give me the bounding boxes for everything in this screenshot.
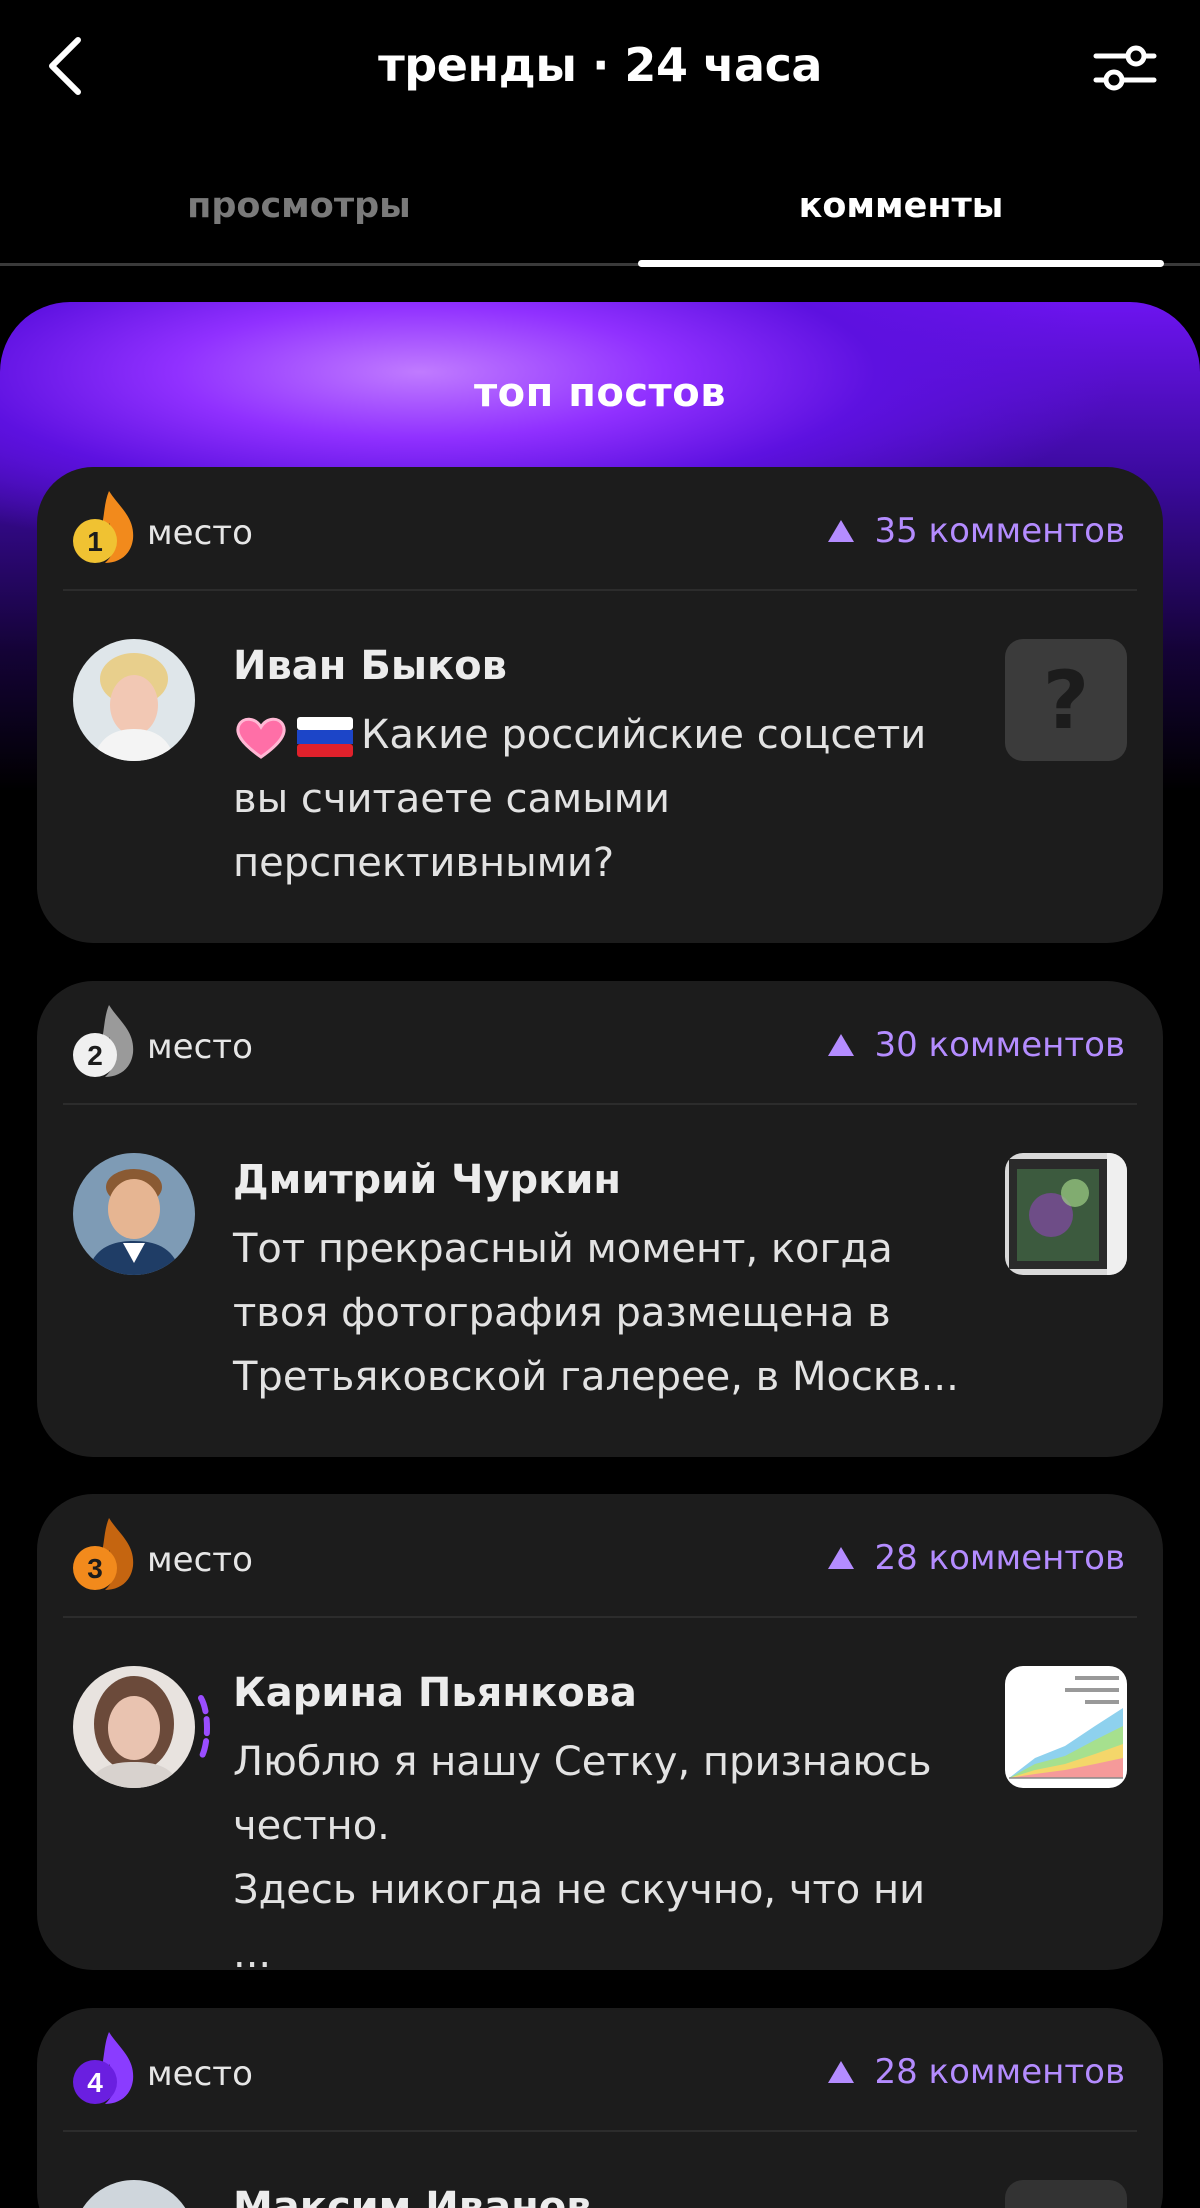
rank-row: 3 место 28 комментов (37, 1494, 1163, 1618)
avatar[interactable] (73, 1666, 195, 1788)
post-text[interactable]: Тот прекрасный момент, когда твоя фотогр… (233, 1217, 973, 1409)
up-triangle-icon (828, 2061, 855, 2083)
svg-text:2: 2 (87, 1040, 103, 1071)
divider (63, 589, 1137, 591)
comments-count[interactable]: 28 комментов (828, 2052, 1125, 2092)
active-tab-indicator (638, 260, 1164, 267)
photo-frame-image (1005, 1153, 1127, 1275)
up-triangle-icon (828, 1034, 855, 1056)
tab-bar: просмотры комменты (0, 168, 1200, 267)
avatar[interactable] (73, 1153, 195, 1275)
post-thumbnail[interactable] (1005, 2180, 1127, 2208)
flame-rank-4-icon: 4 (73, 2032, 134, 2104)
rank-label: место (147, 513, 253, 553)
up-triangle-icon (828, 520, 855, 542)
post-thumbnail[interactable]: ? (1005, 639, 1127, 761)
post-card[interactable]: 4 место 28 комментов Максим Иванов (37, 2008, 1163, 2208)
question-icon: ? (1042, 653, 1090, 747)
flame-rank-2-icon: 2 (73, 1005, 134, 1077)
divider (63, 2130, 1137, 2132)
page-title: тренды · 24 часа (378, 38, 822, 92)
svg-text:4: 4 (87, 2067, 103, 2098)
comments-count-label: 35 комментов (874, 511, 1125, 551)
comments-count-label: 28 комментов (874, 2052, 1125, 2092)
divider (63, 1103, 1137, 1105)
author-name[interactable]: Карина Пьянкова (233, 1670, 637, 1716)
rank-row: 1 место 35 комментов (37, 467, 1163, 591)
story-ring-icon (198, 1695, 210, 1761)
top-bar: тренды · 24 часа (0, 0, 1200, 140)
rank-label: место (147, 1027, 253, 1067)
post-card[interactable]: 2 место 30 комментов Дмитрий Чуркин Тот … (37, 981, 1163, 1457)
svg-text:3: 3 (87, 1553, 103, 1584)
author-name[interactable]: Максим Иванов (233, 2184, 592, 2208)
heart-emoji-icon (236, 717, 286, 759)
post-text[interactable]: Какие российские соцсети вы считаете сам… (233, 703, 973, 895)
filter-button[interactable] (1090, 38, 1160, 98)
chart-image (1005, 1666, 1127, 1788)
comments-count-label: 30 комментов (874, 1025, 1125, 1065)
comments-count[interactable]: 35 комментов (828, 511, 1125, 551)
author-name[interactable]: Дмитрий Чуркин (233, 1157, 621, 1203)
up-triangle-icon (828, 1547, 855, 1569)
post-thumbnail[interactable] (1005, 1666, 1127, 1788)
rank-label: место (147, 2054, 253, 2094)
post-card[interactable]: 3 место 28 комментов Карина Пьянкова Люб… (37, 1494, 1163, 1977)
rank-row: 4 место 28 комментов (37, 2008, 1163, 2132)
author-name[interactable]: Иван Быков (233, 643, 507, 689)
avatar[interactable] (73, 639, 195, 761)
post-thumbnail[interactable] (1005, 1153, 1127, 1275)
avatar[interactable] (73, 2180, 195, 2208)
flame-rank-1-icon: 1 (73, 491, 134, 563)
post-text[interactable]: Люблю я нашу Сетку, признаюсь честно. Зд… (233, 1730, 973, 1986)
rank-label: место (147, 1540, 253, 1580)
comments-count-label: 28 комментов (874, 1538, 1125, 1578)
tab-views[interactable]: просмотры (36, 186, 562, 226)
post-card[interactable]: 1 место 35 комментов Иван Быков Какие ро… (37, 467, 1163, 943)
comments-count[interactable]: 30 комментов (828, 1025, 1125, 1065)
sliders-icon (1093, 45, 1157, 91)
svg-text:1: 1 (87, 526, 103, 557)
tab-comments[interactable]: комменты (638, 186, 1164, 226)
russia-flag-icon (297, 717, 353, 757)
divider (63, 1616, 1137, 1618)
comments-count[interactable]: 28 комментов (828, 1538, 1125, 1578)
rank-row: 2 место 30 комментов (37, 981, 1163, 1105)
flame-rank-3-icon: 3 (73, 1518, 134, 1590)
section-title: топ постов (473, 370, 727, 416)
